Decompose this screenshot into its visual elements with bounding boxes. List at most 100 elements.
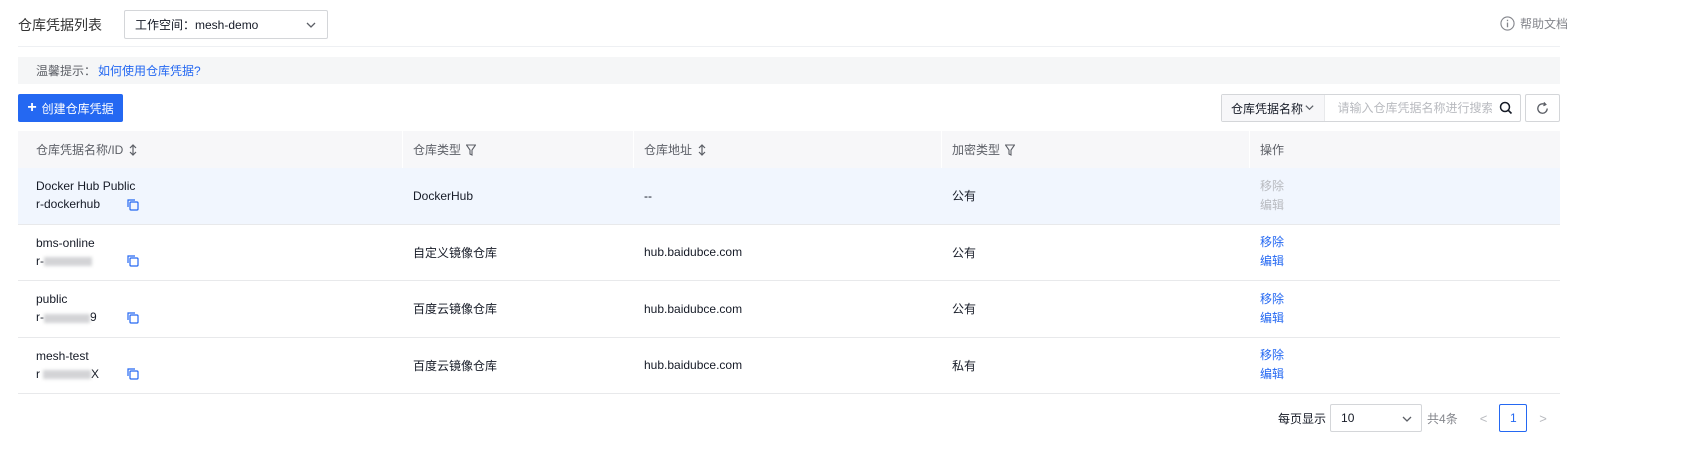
tips-bar: 温馨提示： 如何使用仓库凭据? (18, 57, 1560, 84)
tips-label: 温馨提示： (36, 64, 97, 78)
column-header-encryption[interactable]: 加密类型 (942, 131, 1250, 168)
total-count: 共4条 (1427, 411, 1458, 426)
credential-name: public (36, 292, 68, 307)
copy-icon[interactable] (126, 311, 140, 325)
column-header-label: 加密类型 (952, 143, 1001, 157)
column-header-type[interactable]: 仓库类型 (403, 131, 634, 168)
workspace-select-value: 工作空间：mesh-demo (135, 18, 259, 32)
type-cell: 自定义镜像仓库 (413, 245, 498, 260)
page-title: 仓库凭据列表 (18, 17, 102, 33)
edit-button[interactable]: 编辑 (1260, 365, 1284, 384)
info-icon (1500, 16, 1515, 31)
credential-id: rX (36, 365, 126, 384)
sort-icon[interactable] (128, 143, 138, 156)
encryption-cell: 公有 (952, 245, 977, 260)
credential-name: Docker Hub Public (36, 179, 136, 194)
remove-button[interactable]: 移除 (1260, 290, 1284, 309)
column-header-label: 仓库凭据名称/ID (36, 143, 124, 157)
credential-id-prefix: r (36, 366, 40, 381)
redacted-mask (43, 370, 91, 380)
name-cell: Docker Hub Public r-dockerhub (18, 168, 403, 224)
credential-id-prefix: r- (36, 253, 44, 268)
address-cell: -- (644, 188, 652, 203)
credential-id: r- 9 (36, 308, 126, 327)
address-cell: hub.baidubce.com (644, 245, 743, 260)
actions-cell: 移除 编辑 (1250, 281, 1560, 337)
encryption-cell: 私有 (952, 358, 977, 373)
column-header-name[interactable]: 仓库凭据名称/ID (18, 131, 403, 168)
name-cell: public r- 9 (18, 281, 403, 337)
credential-id-prefix: r- (36, 310, 44, 325)
remove-button[interactable]: 移除 (1260, 233, 1284, 252)
search-type-value: 仓库凭据名称 (1231, 101, 1304, 116)
sort-icon[interactable] (697, 143, 707, 156)
actions-cell: 移除 编辑 (1250, 338, 1560, 394)
tips-link[interactable]: 如何使用仓库凭据? (98, 62, 201, 79)
name-cell: mesh-test rX (18, 338, 403, 394)
table-row: mesh-test rX 百度云镜像仓库 hub.baidubce.com 私有… (18, 338, 1560, 394)
credential-id: r- (36, 252, 126, 271)
edit-button[interactable]: 编辑 (1260, 252, 1284, 271)
workspace-select[interactable]: 工作空间：mesh-demo (124, 10, 328, 39)
address-cell: hub.baidubce.com (644, 301, 743, 316)
search-icon[interactable] (1492, 95, 1520, 121)
column-header-label: 仓库类型 (413, 143, 462, 157)
refresh-button[interactable] (1525, 94, 1560, 122)
column-header-label: 操作 (1260, 143, 1285, 157)
type-cell: DockerHub (413, 188, 474, 203)
column-header-label: 仓库地址 (644, 143, 693, 157)
page-size-select[interactable]: 10 (1330, 404, 1423, 432)
remove-button[interactable]: 移除 (1260, 177, 1284, 196)
column-header-address[interactable]: 仓库地址 (634, 131, 942, 168)
type-cell: 百度云镜像仓库 (413, 358, 498, 373)
copy-icon[interactable] (126, 198, 140, 212)
actions-cell: 移除 编辑 (1250, 225, 1560, 281)
actions-cell: 移除 编辑 (1250, 168, 1560, 224)
credential-id-suffix: X (91, 366, 100, 381)
filter-icon[interactable] (466, 143, 477, 156)
column-header-actions: 操作 (1250, 131, 1560, 168)
chevron-down-icon (1402, 416, 1412, 422)
search-input[interactable] (1325, 95, 1493, 121)
page-size-label: 每页显示 (1278, 411, 1327, 426)
pagination: 每页显示 10 共4条 < 1 > (1278, 404, 1547, 432)
create-credential-label: 创建仓库凭据 (41, 101, 114, 116)
encryption-cell: 公有 (952, 302, 977, 317)
credential-id: r-dockerhub (36, 195, 126, 214)
prev-page-icon[interactable]: < (1480, 411, 1488, 426)
credential-id-suffix: 9 (90, 310, 97, 325)
edit-button[interactable]: 编辑 (1260, 196, 1284, 215)
help-doc-link[interactable]: 帮助文档 (1500, 15, 1568, 32)
search-type-select[interactable]: 仓库凭据名称 (1222, 95, 1326, 121)
redacted-mask (44, 257, 92, 267)
refresh-icon (1537, 101, 1548, 114)
redacted-mask (44, 313, 90, 323)
table-header: 仓库凭据名称/ID 仓库类型 仓库地址 加密类型 操作 (18, 131, 1560, 168)
chevron-down-icon (1305, 105, 1315, 111)
table-row: bms-online r- 自定义镜像仓库 hub.baidubce.com 公… (18, 225, 1560, 281)
chevron-down-icon (306, 22, 316, 28)
plus-icon: + (27, 99, 37, 116)
page-number-1[interactable]: 1 (1499, 404, 1528, 432)
page-size-value: 10 (1341, 411, 1355, 425)
table-row: public r- 9 百度云镜像仓库 hub.baidubce.com 公有 移… (18, 281, 1560, 338)
encryption-cell: 公有 (952, 189, 977, 204)
address-cell: hub.baidubce.com (644, 358, 743, 373)
credential-name: bms-online (36, 235, 95, 250)
remove-button[interactable]: 移除 (1260, 346, 1284, 365)
create-credential-button[interactable]: + 创建仓库凭据 (18, 94, 123, 122)
search-group: 仓库凭据名称 (1221, 94, 1521, 122)
next-page-icon[interactable]: > (1539, 411, 1547, 426)
filter-icon[interactable] (1005, 143, 1016, 156)
credential-name: mesh-test (36, 348, 89, 363)
credential-id-prefix: r-dockerhub (36, 197, 101, 212)
table-row: Docker Hub Public r-dockerhub DockerHub … (18, 168, 1560, 225)
edit-button[interactable]: 编辑 (1260, 309, 1284, 328)
copy-icon[interactable] (126, 254, 140, 268)
type-cell: 百度云镜像仓库 (413, 302, 498, 317)
credential-table: 仓库凭据名称/ID 仓库类型 仓库地址 加密类型 操作 Docker Hub P… (18, 131, 1560, 394)
name-cell: bms-online r- (18, 225, 403, 281)
copy-icon[interactable] (126, 367, 140, 381)
help-doc-label: 帮助文档 (1519, 17, 1568, 31)
header-divider (18, 46, 1560, 47)
